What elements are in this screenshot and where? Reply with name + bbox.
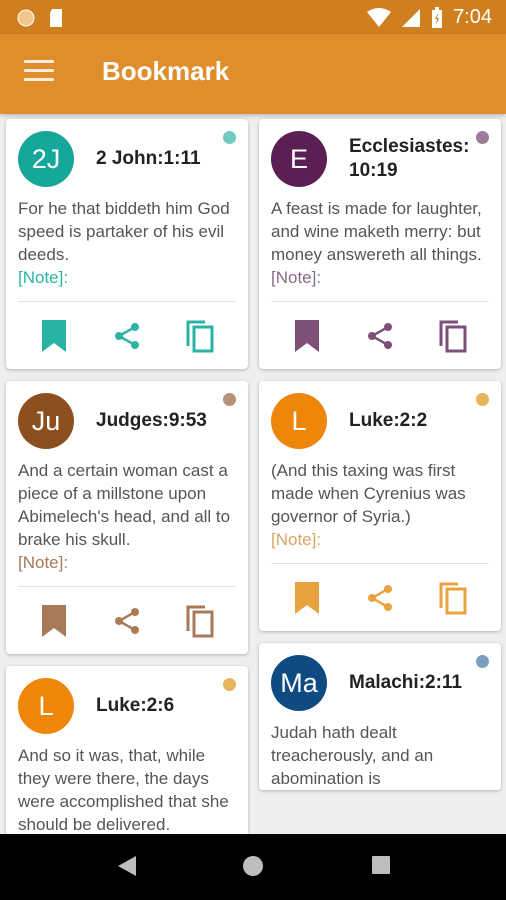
app-bar: Bookmark xyxy=(0,34,506,114)
copy-button[interactable] xyxy=(435,580,471,616)
signal-icon xyxy=(402,8,421,27)
share-button[interactable] xyxy=(362,318,398,354)
hamburger-line xyxy=(24,69,54,72)
bookmark-button[interactable] xyxy=(289,580,325,616)
copy-icon xyxy=(439,582,467,614)
share-icon xyxy=(367,584,392,611)
verse-reference: Luke:2:6 xyxy=(96,695,175,716)
share-icon xyxy=(114,322,139,349)
copy-button[interactable] xyxy=(182,318,218,354)
avatar: L xyxy=(18,678,74,734)
note-label[interactable]: [Note]: xyxy=(18,266,236,289)
bookmark-card[interactable]: E Ecclesiastes: 10:19 A feast is made fo… xyxy=(259,119,501,369)
verse-text: For he that biddeth him God speed is par… xyxy=(18,199,230,264)
left-column: 2J 2 John:1:11 For he that biddeth him G… xyxy=(6,119,248,834)
verse-text: Judah hath dealt treacherously, and an a… xyxy=(271,723,434,788)
copy-button[interactable] xyxy=(182,603,218,639)
sd-card-icon xyxy=(50,9,62,27)
wifi-icon xyxy=(367,7,392,27)
bookmark-list[interactable]: 2J 2 John:1:11 For he that biddeth him G… xyxy=(0,114,506,834)
share-button[interactable] xyxy=(109,318,145,354)
bookmark-button[interactable] xyxy=(36,603,72,639)
copy-icon xyxy=(186,605,214,637)
color-dot xyxy=(223,393,236,406)
note-label[interactable]: [Note]: xyxy=(271,528,489,551)
share-icon xyxy=(367,322,392,349)
sync-icon xyxy=(17,9,35,27)
color-dot xyxy=(476,131,489,144)
share-button[interactable] xyxy=(362,580,398,616)
card-actions xyxy=(18,301,236,369)
note-label[interactable]: [Note]: xyxy=(271,266,489,289)
share-icon xyxy=(114,607,139,634)
color-dot xyxy=(223,131,236,144)
verse-reference: Luke:2:2 xyxy=(349,410,428,431)
share-button[interactable] xyxy=(109,603,145,639)
bookmark-icon xyxy=(42,319,67,352)
bookmark-icon xyxy=(42,604,67,637)
status-bar: 7:04 xyxy=(0,0,506,34)
menu-button[interactable] xyxy=(24,60,54,88)
bookmark-icon xyxy=(295,319,320,352)
verse-text: (And this taxing was first made when Cyr… xyxy=(271,461,466,526)
navigation-bar xyxy=(0,834,506,900)
verse-text: And a certain woman cast a piece of a mi… xyxy=(18,461,231,549)
copy-icon xyxy=(439,320,467,352)
clock: 7:04 xyxy=(453,6,492,28)
back-button[interactable] xyxy=(116,854,138,883)
note-label[interactable]: [Note]: xyxy=(18,551,236,574)
bookmark-button[interactable] xyxy=(36,318,72,354)
verse-text: And so it was, that, while they were the… xyxy=(18,746,229,834)
avatar: Ma xyxy=(271,655,327,711)
color-dot xyxy=(476,655,489,668)
avatar: 2J xyxy=(18,131,74,187)
color-dot xyxy=(223,678,236,691)
avatar: L xyxy=(271,393,327,449)
hamburger-line xyxy=(24,78,54,81)
right-column: E Ecclesiastes: 10:19 A feast is made fo… xyxy=(259,119,501,802)
verse-reference: Ecclesiastes: 10:19 xyxy=(349,136,470,181)
bookmark-button[interactable] xyxy=(289,318,325,354)
color-dot xyxy=(476,393,489,406)
recents-button[interactable] xyxy=(370,854,392,881)
bookmark-card[interactable]: Ju Judges:9:53 And a certain woman cast … xyxy=(6,381,248,654)
verse-reference: Judges:9:53 xyxy=(96,410,207,431)
recents-icon xyxy=(372,856,390,874)
verse-reference: Malachi:2:11 xyxy=(349,672,462,693)
bookmark-card[interactable]: L Luke:2:2 (And this taxing was first ma… xyxy=(259,381,501,631)
bookmark-icon xyxy=(295,581,320,614)
home-icon xyxy=(243,856,263,876)
battery-icon xyxy=(432,6,443,28)
verse-text: A feast is made for laughter, and wine m… xyxy=(271,199,482,264)
bookmark-card[interactable]: 2J 2 John:1:11 For he that biddeth him G… xyxy=(6,119,248,369)
card-actions xyxy=(271,301,489,369)
hamburger-line xyxy=(24,60,54,63)
avatar: Ju xyxy=(18,393,74,449)
copy-icon xyxy=(186,320,214,352)
page-title: Bookmark xyxy=(102,56,230,86)
copy-button[interactable] xyxy=(435,318,471,354)
avatar: E xyxy=(271,131,327,187)
home-button[interactable] xyxy=(241,854,265,883)
card-actions xyxy=(18,586,236,654)
card-actions xyxy=(271,563,489,631)
bookmark-card[interactable]: Ma Malachi:2:11 Judah hath dealt treache… xyxy=(259,643,501,790)
back-icon xyxy=(118,856,136,876)
bookmark-card[interactable]: L Luke:2:6 And so it was, that, while th… xyxy=(6,666,248,834)
verse-reference: 2 John:1:11 xyxy=(96,148,201,169)
